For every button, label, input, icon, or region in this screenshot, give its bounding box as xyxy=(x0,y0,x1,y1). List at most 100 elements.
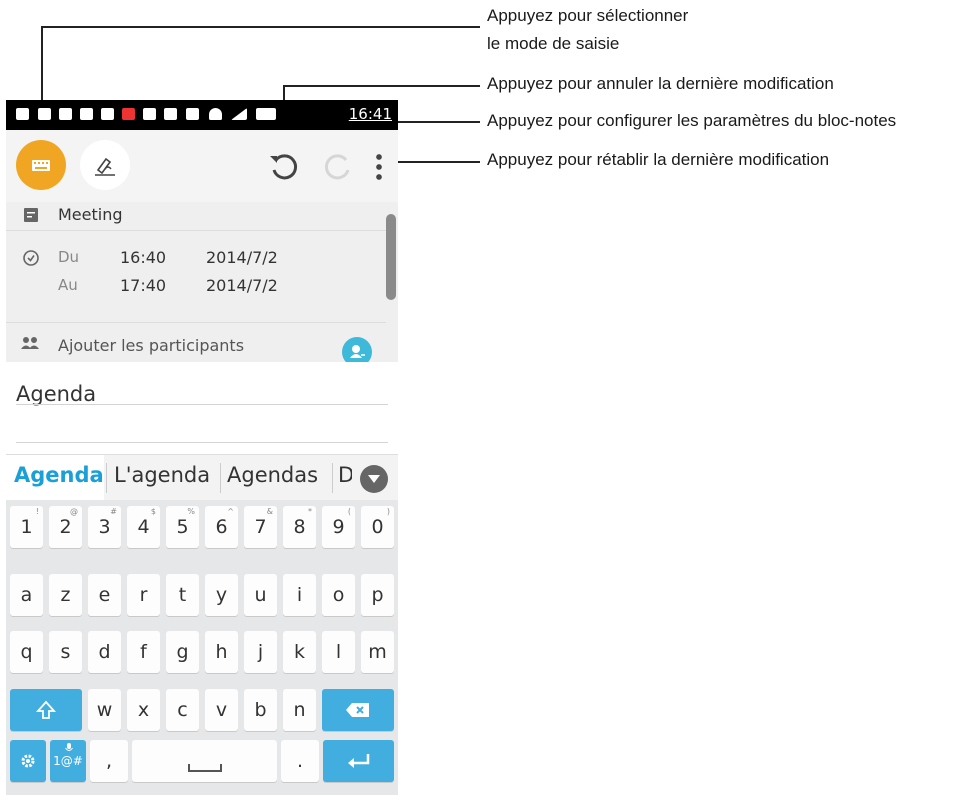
clock-icon xyxy=(23,250,39,266)
key-label: z xyxy=(60,584,71,606)
key-1[interactable]: 1! xyxy=(10,506,43,548)
period-key[interactable]: . xyxy=(281,740,319,782)
battery-icon xyxy=(256,108,276,120)
key-secondary-label: $ xyxy=(150,507,156,516)
key-j[interactable]: j xyxy=(244,631,277,673)
key-label: 5 xyxy=(176,516,189,538)
suggestion-item[interactable]: L'agenda xyxy=(114,463,210,487)
space-key[interactable] xyxy=(132,740,277,782)
key-y[interactable]: y xyxy=(205,574,238,616)
key-w[interactable]: w xyxy=(88,689,121,731)
from-date[interactable]: 2014/7/2 xyxy=(206,248,278,267)
key-s[interactable]: s xyxy=(49,631,82,673)
key-0[interactable]: 0) xyxy=(361,506,394,548)
period-key-label: . xyxy=(296,750,304,772)
signal-icon xyxy=(231,108,247,120)
enter-key[interactable] xyxy=(323,740,394,782)
handwriting-mode-button[interactable] xyxy=(80,140,130,190)
key-z[interactable]: z xyxy=(49,574,82,616)
suggestion-item[interactable]: D xyxy=(338,463,352,487)
key-2[interactable]: 2 @ xyxy=(49,506,82,548)
to-time[interactable]: 17:40 xyxy=(120,276,166,295)
key-8[interactable]: 8 * xyxy=(283,506,316,548)
key-e[interactable]: e xyxy=(88,574,121,616)
redo-button[interactable] xyxy=(318,146,358,186)
key-u[interactable]: u xyxy=(244,574,277,616)
key-r[interactable]: r xyxy=(127,574,160,616)
key-c[interactable]: c xyxy=(166,689,199,731)
key-l[interactable]: l xyxy=(322,631,355,673)
undo-icon xyxy=(270,154,298,180)
notification-icon xyxy=(16,108,29,120)
key-secondary-label: % xyxy=(187,507,195,516)
settings-key[interactable] xyxy=(10,740,46,782)
key-n[interactable]: n xyxy=(283,689,316,731)
notes-rule-2 xyxy=(16,442,388,443)
key-label: v xyxy=(215,699,228,721)
from-time[interactable]: 16:40 xyxy=(120,248,166,267)
event-title-row[interactable]: Meeting xyxy=(6,202,386,231)
key-label: 8 xyxy=(293,516,306,538)
key-g[interactable]: g xyxy=(166,631,199,673)
key-t[interactable]: t xyxy=(166,574,199,616)
shift-key[interactable] xyxy=(10,689,82,731)
undo-button[interactable] xyxy=(264,146,304,186)
key-secondary-label: @ xyxy=(70,507,78,516)
bag-icon xyxy=(164,108,177,120)
key-6[interactable]: 6 ^ xyxy=(205,506,238,548)
expand-suggestions-button[interactable] xyxy=(360,465,388,493)
key-label: 7 xyxy=(254,516,267,538)
more-options-button[interactable] xyxy=(370,150,388,184)
scrollbar-thumb[interactable] xyxy=(386,214,396,300)
event-icon xyxy=(24,208,38,222)
key-a[interactable]: a xyxy=(10,574,43,616)
key-label: d xyxy=(98,641,111,663)
key-q[interactable]: q xyxy=(10,631,43,673)
redo-icon xyxy=(324,154,350,180)
key-label: a xyxy=(20,584,33,606)
suggestion-bar: Agenda L'agenda Agendas D xyxy=(6,454,398,501)
more-vertical-icon xyxy=(376,152,382,180)
key-k[interactable]: k xyxy=(283,631,316,673)
key-p[interactable]: p xyxy=(361,574,394,616)
key-9[interactable]: 9( xyxy=(322,506,355,548)
key-m[interactable]: m xyxy=(361,631,394,673)
symbols-key[interactable]: 1@# xyxy=(50,740,86,782)
participants-icon xyxy=(21,337,39,349)
key-3[interactable]: 3 # xyxy=(88,506,121,548)
comma-key[interactable]: , xyxy=(90,740,128,782)
suggestion-divider xyxy=(332,463,333,493)
key-f[interactable]: f xyxy=(127,631,160,673)
from-label: Du xyxy=(58,248,80,266)
to-date[interactable]: 2014/7/2 xyxy=(206,276,278,295)
key-label: l xyxy=(335,641,342,663)
key-d[interactable]: d xyxy=(88,631,121,673)
key-5[interactable]: 5% xyxy=(166,506,199,548)
key-x[interactable]: x xyxy=(127,689,160,731)
key-h[interactable]: h xyxy=(205,631,238,673)
key-o[interactable]: o xyxy=(322,574,355,616)
key-label: 0 xyxy=(371,516,384,538)
keyboard-icon xyxy=(32,160,50,171)
key-label: q xyxy=(20,641,33,663)
keyboard-mode-button[interactable] xyxy=(16,140,66,190)
key-label: n xyxy=(293,699,306,721)
key-7[interactable]: 7 & xyxy=(244,506,277,548)
file-icon xyxy=(38,108,51,120)
notes-area[interactable]: Agenda xyxy=(6,362,398,454)
key-label: 3 xyxy=(98,516,111,538)
key-label: y xyxy=(215,584,228,606)
participants-row[interactable]: Ajouter les participants xyxy=(6,322,386,367)
suggestion-item[interactable]: Agenda xyxy=(14,463,104,487)
key-v[interactable]: v xyxy=(205,689,238,731)
key-label: i xyxy=(296,584,303,606)
key-4[interactable]: 4 $ xyxy=(127,506,160,548)
cloud-icon xyxy=(143,108,156,120)
backspace-key[interactable] xyxy=(322,689,394,731)
key-label: m xyxy=(368,641,387,663)
key-i[interactable]: i xyxy=(283,574,316,616)
key-label: k xyxy=(293,641,305,663)
key-b[interactable]: b xyxy=(244,689,277,731)
key-label: s xyxy=(60,641,71,663)
suggestion-item[interactable]: Agendas xyxy=(227,463,318,487)
